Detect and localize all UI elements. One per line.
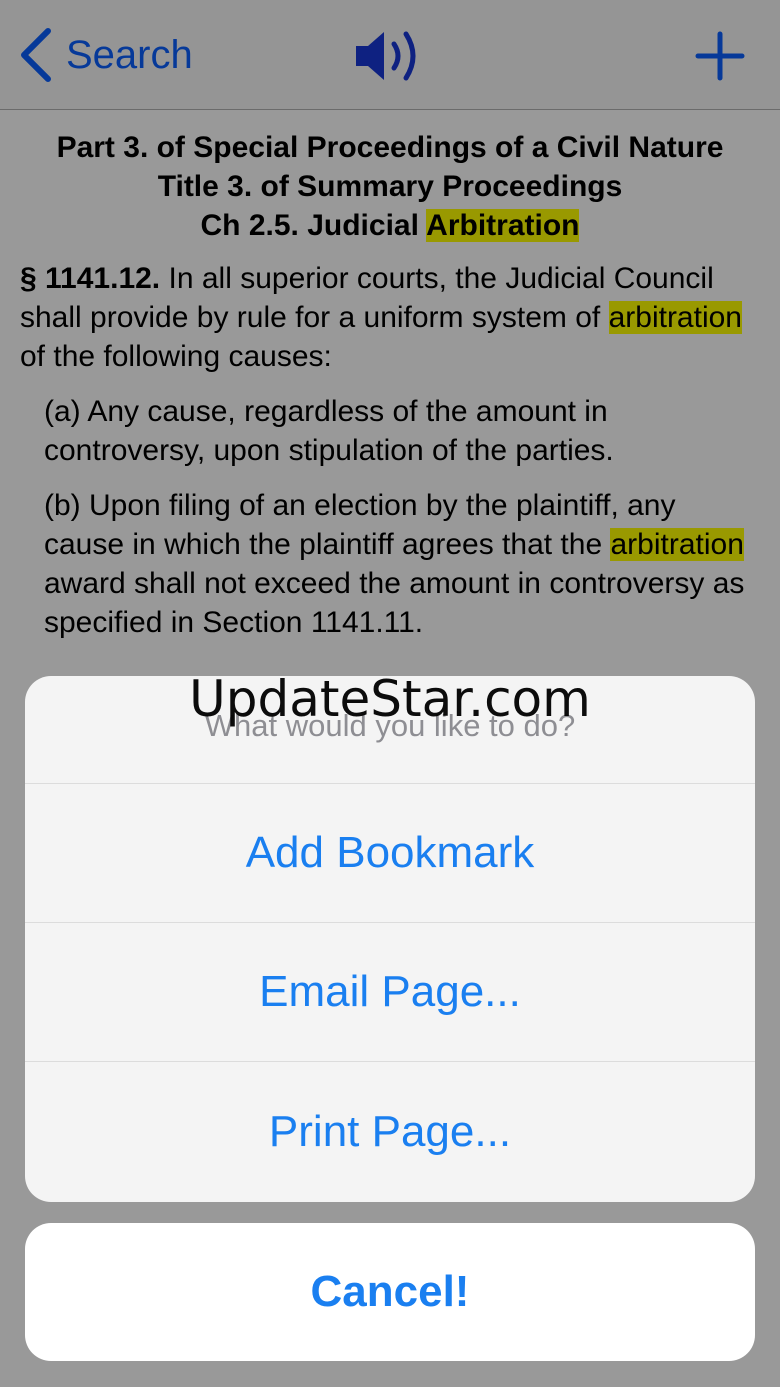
cancel-button[interactable]: Cancel! [25, 1223, 755, 1361]
action-sheet: What would you like to do? UpdateStar.co… [25, 676, 755, 1202]
print-page-button[interactable]: Print Page... [25, 1062, 755, 1201]
app-screen: Search Part 3. of Special Proceedings of… [0, 0, 780, 1387]
action-sheet-header: What would you like to do? UpdateStar.co… [25, 676, 755, 784]
email-page-button[interactable]: Email Page... [25, 923, 755, 1062]
watermark: UpdateStar.com [189, 676, 591, 728]
add-bookmark-button[interactable]: Add Bookmark [25, 784, 755, 923]
